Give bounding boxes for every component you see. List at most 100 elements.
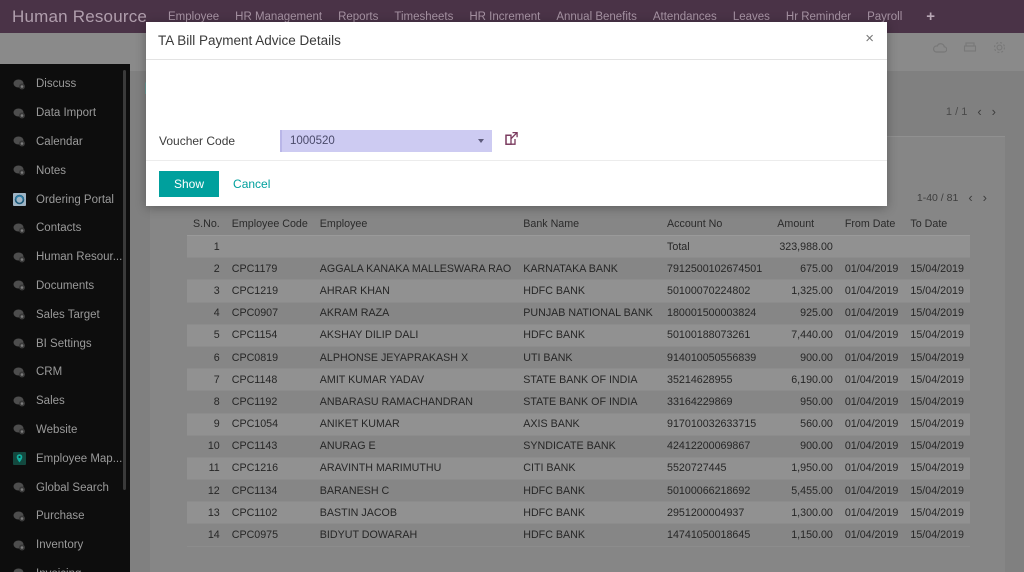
gear-icon[interactable] [993, 41, 1006, 54]
table-row[interactable]: 12 CPC1134 BARANESH C HDFC BANK 501000662186… [187, 479, 970, 503]
sidebar-item-ordering-portal[interactable]: Ordering Portal [0, 185, 130, 214]
cell-amount: 950.00 [771, 390, 839, 414]
sidebar-item-documents[interactable]: Documents [0, 272, 130, 301]
sidebar-item-invoicing[interactable]: Invoicing [0, 560, 130, 572]
sidebar-item-label: Employee Map... [36, 452, 123, 465]
column-header-account-no[interactable]: Account No [661, 213, 772, 236]
cell-amount: 900.00 [771, 346, 839, 370]
cell-employee-code [225, 235, 314, 259]
sidebar-item-human-resources[interactable]: Human Resour... [0, 243, 130, 272]
sidebar-item-calendar[interactable]: Calendar [0, 128, 130, 157]
cell-sno: 1 [187, 235, 226, 259]
cell-employee-code: CPC1054 [225, 413, 314, 436]
sidebar-item-data-import[interactable]: Data Import [0, 99, 130, 128]
column-header-emp-code[interactable]: Employee Code [225, 213, 314, 236]
table-row[interactable]: 14 CPC0975 BIDYUT DOWARAH HDFC BANK 14741050… [187, 523, 970, 547]
cell-amount: 675.00 [771, 257, 839, 281]
record-prev-icon[interactable]: ‹ [977, 104, 981, 119]
cell-from-date: 01/04/2019 [838, 435, 905, 458]
column-header-employee[interactable]: Employee [313, 213, 518, 236]
nav-item-hr-reminder[interactable]: Hr Reminder [786, 11, 851, 23]
sidebar-item-label: CRM [36, 366, 63, 379]
cell-sno: 2 [187, 257, 226, 281]
voucher-code-select[interactable]: 1000520 [280, 130, 492, 152]
table-row[interactable]: 1 Total 323,988.00 [187, 235, 970, 259]
nav-item-employee[interactable]: Employee [168, 11, 219, 23]
cell-account-no: 2951200004937 [661, 501, 772, 525]
sidebar-item-discuss[interactable]: Discuss [0, 70, 130, 99]
table-row[interactable]: 11 CPC1216 ARAVINTH MARIMUTHU CITI BANK 5520… [187, 457, 970, 481]
sidebar-item-bi-settings[interactable]: BI Settings [0, 329, 130, 358]
column-header-to-date[interactable]: To Date [904, 213, 970, 236]
cell-employee-code: CPC1134 [225, 479, 314, 503]
cell-employee-code: CPC1216 [225, 457, 314, 481]
print-icon[interactable] [963, 41, 977, 54]
cell-bank-name: HDFC BANK [517, 523, 662, 547]
sidebar-item-inventory[interactable]: Inventory [0, 531, 130, 560]
cell-to-date: 15/04/2019 [904, 257, 970, 281]
table-row[interactable]: 3 CPC1219 AHRAR KHAN HDFC BANK 5010007022480… [187, 279, 970, 303]
column-header-sno[interactable]: S.No. [187, 213, 226, 236]
nav-item-attendances[interactable]: Attendances [653, 11, 717, 23]
table-row[interactable]: 13 CPC1102 BASTIN JACOB HDFC BANK 2951200004… [187, 501, 970, 525]
table-row[interactable]: 5 CPC1154 AKSHAY DILIP DALI HDFC BANK 501001… [187, 324, 970, 347]
table-row[interactable]: 9 CPC1054 ANIKET KUMAR AXIS BANK 91701003263… [187, 413, 970, 436]
external-link-icon[interactable] [504, 131, 519, 151]
column-header-bank-name[interactable]: Bank Name [517, 213, 662, 236]
nav-item-annual-benefits[interactable]: Annual Benefits [556, 11, 637, 23]
nav-item-reports[interactable]: Reports [338, 11, 378, 23]
cell-to-date: 15/04/2019 [904, 390, 970, 414]
table-row[interactable]: 10 CPC1143 ANURAG E SYNDICATE BANK 424122000… [187, 435, 970, 458]
nav-item-hr-increment[interactable]: HR Increment [469, 11, 540, 23]
sidebar-item-website[interactable]: Website [0, 416, 130, 445]
cell-sno: 3 [187, 279, 226, 303]
table-prev-icon[interactable]: ‹ [968, 190, 972, 205]
sidebar-item-employee-map[interactable]: Employee Map... [0, 444, 130, 473]
cancel-button[interactable]: Cancel [233, 177, 270, 191]
cloud-icon[interactable] [933, 42, 947, 54]
cell-sno: 5 [187, 324, 226, 347]
app-icon [12, 422, 27, 437]
table-body: 1 Total 323,988.00 2 CPC1179 AGGALA KANAKA MA… [187, 235, 970, 547]
sidebar-item-global-search[interactable]: Global Search [0, 473, 130, 502]
show-button[interactable]: Show [159, 170, 220, 197]
table-row[interactable]: 4 CPC0907 AKRAM RAZA PUNJAB NATIONAL BANK 18… [187, 302, 970, 325]
sidebar-item-label: Data Import [36, 107, 97, 120]
cell-employee: ANBARASU RAMACHANDRAN [313, 390, 518, 414]
nav-item-timesheets[interactable]: Timesheets [394, 11, 453, 23]
sidebar-scrollbar[interactable] [123, 70, 126, 490]
add-tab-icon[interactable]: + [918, 9, 935, 24]
cell-employee-code: CPC1154 [225, 324, 314, 347]
sidebar-item-label: Website [36, 423, 78, 436]
nav-item-hr-management[interactable]: HR Management [235, 11, 322, 23]
sidebar-item-sales[interactable]: Sales [0, 387, 130, 416]
sidebar-item-notes[interactable]: Notes [0, 156, 130, 185]
voucher-code-field-row: Voucher Code 1000520 [146, 130, 519, 152]
cell-account-no: 50100188073261 [661, 324, 772, 347]
cell-amount: 1,150.00 [771, 523, 839, 547]
cell-sno: 10 [187, 435, 226, 458]
record-next-icon[interactable]: › [992, 104, 996, 119]
table-next-icon[interactable]: › [983, 190, 987, 205]
cell-from-date: 01/04/2019 [838, 368, 905, 392]
sidebar-item-purchase[interactable]: Purchase [0, 502, 130, 531]
app-icon [12, 365, 27, 380]
application-window: Human Resource Employee HR Management Re… [0, 0, 1024, 572]
column-header-from-date[interactable]: From Date [838, 213, 905, 236]
table-row[interactable]: 7 CPC1148 AMIT KUMAR YADAV STATE BANK OF IN… [187, 368, 970, 392]
sidebar-item-contacts[interactable]: Contacts [0, 214, 130, 243]
nav-item-leaves[interactable]: Leaves [733, 11, 770, 23]
table-row[interactable]: 2 CPC1179 AGGALA KANAKA MALLESWARA RAO KARN… [187, 257, 970, 281]
table-pager-count: 1-40 / 81 [916, 191, 959, 204]
sidebar-item-sales-target[interactable]: Sales Target [0, 300, 130, 329]
cell-amount: 900.00 [771, 435, 839, 458]
column-header-amount[interactable]: Amount [771, 213, 839, 236]
table-row[interactable]: 6 CPC0819 ALPHONSE JEYAPRAKASH X UTI BANK 91… [187, 346, 970, 370]
close-icon[interactable]: × [865, 31, 874, 46]
nav-item-payroll[interactable]: Payroll [867, 11, 902, 23]
sidebar-item-crm[interactable]: CRM [0, 358, 130, 387]
table-row[interactable]: 8 CPC1192 ANBARASU RAMACHANDRAN STATE BANK … [187, 390, 970, 414]
app-icon [12, 250, 27, 265]
cell-bank-name: AXIS BANK [517, 413, 662, 436]
table-header-row: S.No. Employee Code Employee Bank Name A… [187, 213, 970, 236]
